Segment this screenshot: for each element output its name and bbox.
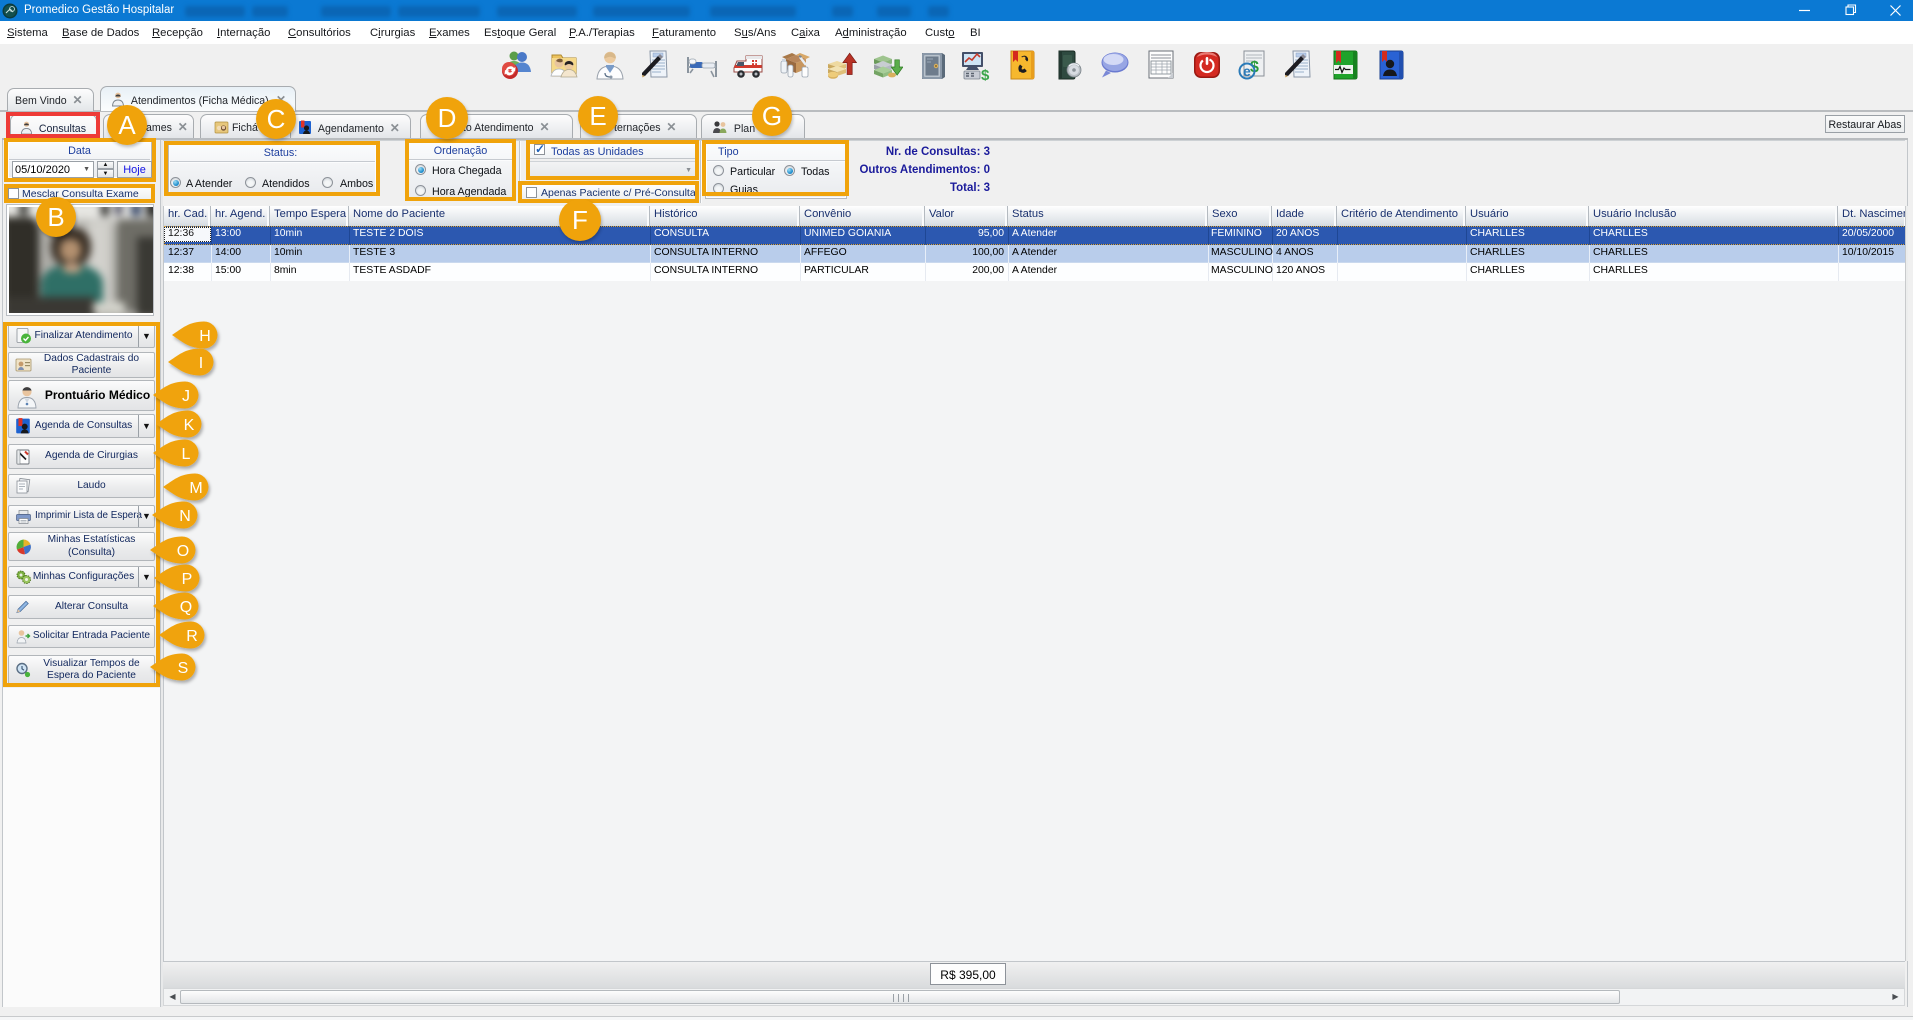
svg-text:S: S (178, 660, 189, 677)
svg-text:H: H (199, 328, 211, 345)
svg-text:N: N (179, 508, 191, 525)
svg-text:K: K (184, 417, 195, 434)
svg-text:P: P (182, 571, 193, 588)
svg-text:J: J (182, 388, 190, 405)
svg-text:M: M (189, 480, 202, 497)
svg-text:I: I (199, 355, 203, 372)
svg-text:O: O (177, 543, 189, 560)
svg-text:R: R (186, 628, 198, 645)
svg-text:L: L (182, 446, 191, 463)
svg-text:Q: Q (180, 599, 192, 616)
